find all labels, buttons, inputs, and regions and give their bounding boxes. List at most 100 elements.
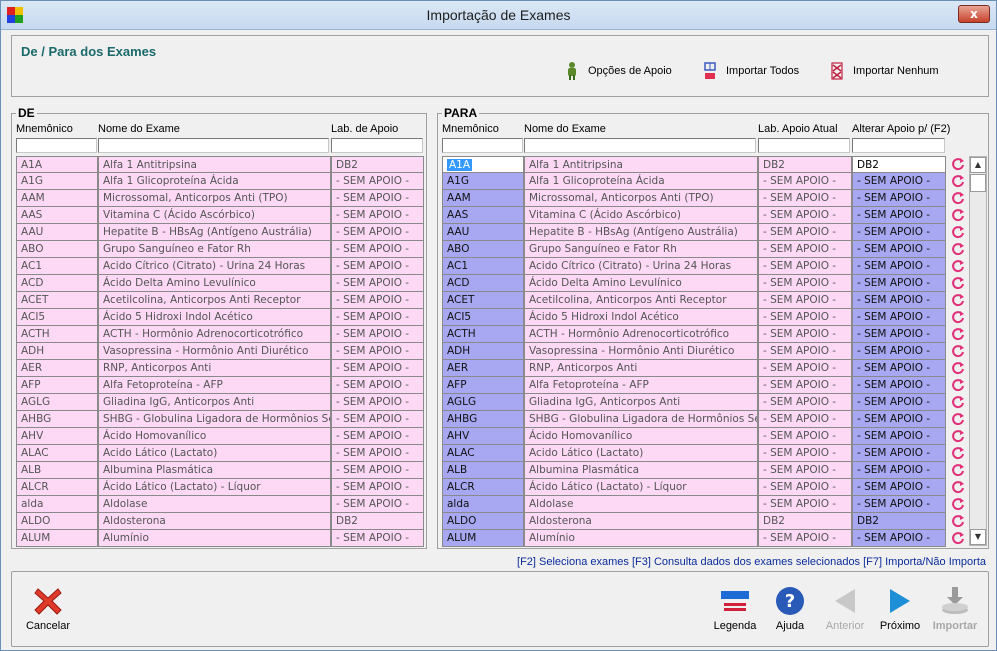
para-cell-current-lab[interactable]: - SEM APOIO -: [758, 207, 852, 224]
para-cell-mnemonic[interactable]: ACD: [442, 275, 524, 292]
para-cell-current-lab[interactable]: - SEM APOIO -: [758, 394, 852, 411]
de-cell-mnemonic[interactable]: AC1: [16, 258, 98, 275]
de-table-row[interactable]: ADH Vasopressina - Hormônio Anti Diurétic…: [16, 343, 424, 360]
para-table-row[interactable]: alda Aldolase - SEM APOIO - - SEM APOIO -: [442, 496, 967, 513]
de-cell-exam-name[interactable]: Ácido 5 Hidroxi Indol Acético: [98, 309, 331, 326]
de-cell-exam-name[interactable]: Vasopressina - Hormônio Anti Diurético: [98, 343, 331, 360]
de-table-row[interactable]: AHBG SHBG - Globulina Ligadora de Hormôni…: [16, 411, 424, 428]
de-table-row[interactable]: AAS Vitamina C (Ácido Ascórbico) - SEM APO…: [16, 207, 424, 224]
para-cell-change-lab[interactable]: - SEM APOIO -: [852, 309, 946, 326]
para-cell-current-lab[interactable]: - SEM APOIO -: [758, 190, 852, 207]
legend-button[interactable]: Legenda: [712, 584, 758, 632]
para-cell-current-lab[interactable]: - SEM APOIO -: [758, 292, 852, 309]
refresh-icon[interactable]: [951, 344, 965, 358]
refresh-icon[interactable]: [951, 157, 965, 171]
de-cell-mnemonic[interactable]: ALAC: [16, 445, 98, 462]
para-filter-exam-name[interactable]: [524, 138, 756, 153]
para-cell-exam-name[interactable]: Alumínio: [524, 530, 758, 547]
de-cell-mnemonic[interactable]: AAU: [16, 224, 98, 241]
options-support-button[interactable]: Opções de Apoio: [562, 60, 672, 82]
de-cell-exam-name[interactable]: Ácido Lático (Lactato) - Líquor: [98, 479, 331, 496]
para-cell-current-lab[interactable]: - SEM APOIO -: [758, 258, 852, 275]
para-cell-current-lab[interactable]: - SEM APOIO -: [758, 360, 852, 377]
de-table-row[interactable]: ACI5 Ácido 5 Hidroxi Indol Acético - SEM A…: [16, 309, 424, 326]
para-table-row[interactable]: ABO Grupo Sanguíneo e Fator Rh - SEM APOIO…: [442, 241, 967, 258]
de-cell-mnemonic[interactable]: A1A: [16, 156, 98, 173]
para-cell-mnemonic[interactable]: ALUM: [442, 530, 524, 547]
para-cell-exam-name[interactable]: Grupo Sanguíneo e Fator Rh: [524, 241, 758, 258]
de-cell-support-lab[interactable]: - SEM APOIO -: [331, 479, 424, 496]
para-cell-current-lab[interactable]: - SEM APOIO -: [758, 377, 852, 394]
de-cell-support-lab[interactable]: - SEM APOIO -: [331, 462, 424, 479]
de-table-row[interactable]: AC1 Acido Cítrico (Citrato) - Urina 24 Ho…: [16, 258, 424, 275]
para-cell-current-lab[interactable]: - SEM APOIO -: [758, 479, 852, 496]
para-table-row[interactable]: ALCR Ácido Lático (Lactato) - Líquor - SEM…: [442, 479, 967, 496]
para-cell-current-lab[interactable]: - SEM APOIO -: [758, 411, 852, 428]
de-cell-exam-name[interactable]: Ácido Delta Amino Levulínico: [98, 275, 331, 292]
refresh-icon[interactable]: [951, 480, 965, 494]
refresh-icon[interactable]: [951, 497, 965, 511]
de-cell-support-lab[interactable]: - SEM APOIO -: [331, 241, 424, 258]
de-cell-exam-name[interactable]: Acido Lático (Lactato): [98, 445, 331, 462]
de-cell-support-lab[interactable]: - SEM APOIO -: [331, 190, 424, 207]
para-cell-change-lab[interactable]: - SEM APOIO -: [852, 326, 946, 343]
para-cell-mnemonic[interactable]: AAM: [442, 190, 524, 207]
scroll-down-button[interactable]: ▼: [970, 529, 986, 545]
para-cell-current-lab[interactable]: - SEM APOIO -: [758, 445, 852, 462]
para-cell-exam-name[interactable]: Hepatite B - HBsAg (Antígeno Austrália): [524, 224, 758, 241]
para-cell-change-lab[interactable]: - SEM APOIO -: [852, 190, 946, 207]
para-table-row[interactable]: AHBG SHBG - Globulina Ligadora de Hormôni…: [442, 411, 967, 428]
para-cell-exam-name[interactable]: Vitamina C (Ácido Ascórbico): [524, 207, 758, 224]
de-cell-exam-name[interactable]: SHBG - Globulina Ligadora de Hormônios S…: [98, 411, 331, 428]
para-cell-mnemonic[interactable]: ALAC: [442, 445, 524, 462]
de-cell-support-lab[interactable]: - SEM APOIO -: [331, 496, 424, 513]
refresh-icon[interactable]: [951, 327, 965, 341]
de-table-row[interactable]: ACTH ACTH - Hormônio Adrenocorticotrófico…: [16, 326, 424, 343]
para-cell-mnemonic[interactable]: AC1: [442, 258, 524, 275]
de-cell-support-lab[interactable]: - SEM APOIO -: [331, 360, 424, 377]
para-table-row[interactable]: AAU Hepatite B - HBsAg (Antígeno Austráli…: [442, 224, 967, 241]
para-cell-mnemonic[interactable]: alda: [442, 496, 524, 513]
para-table-row[interactable]: A1A Alfa 1 Antitripsina DB2 DB2: [442, 156, 967, 173]
para-cell-change-lab[interactable]: - SEM APOIO -: [852, 377, 946, 394]
para-cell-current-lab[interactable]: - SEM APOIO -: [758, 530, 852, 547]
de-cell-exam-name[interactable]: Aldosterona: [98, 513, 331, 530]
de-cell-exam-name[interactable]: RNP, Anticorpos Anti: [98, 360, 331, 377]
de-cell-mnemonic[interactable]: AHV: [16, 428, 98, 445]
para-cell-change-lab[interactable]: - SEM APOIO -: [852, 445, 946, 462]
de-table-row[interactable]: ALB Albumina Plasmática - SEM APOIO -: [16, 462, 424, 479]
de-cell-exam-name[interactable]: Alfa Fetoproteína - AFP: [98, 377, 331, 394]
para-table-row[interactable]: ACD Ácido Delta Amino Levulínico - SEM APO…: [442, 275, 967, 292]
refresh-icon[interactable]: [951, 463, 965, 477]
de-cell-exam-name[interactable]: Acido Cítrico (Citrato) - Urina 24 Horas: [98, 258, 331, 275]
de-table-row[interactable]: ACET Acetilcolina, Anticorpos Anti Recept…: [16, 292, 424, 309]
de-table-row[interactable]: ALAC Acido Lático (Lactato) - SEM APOIO -: [16, 445, 424, 462]
de-cell-exam-name[interactable]: Grupo Sanguíneo e Fator Rh: [98, 241, 331, 258]
de-cell-support-lab[interactable]: - SEM APOIO -: [331, 411, 424, 428]
de-cell-exam-name[interactable]: Acetilcolina, Anticorpos Anti Receptor: [98, 292, 331, 309]
para-cell-current-lab[interactable]: - SEM APOIO -: [758, 343, 852, 360]
refresh-icon[interactable]: [951, 293, 965, 307]
para-cell-exam-name[interactable]: Albumina Plasmática: [524, 462, 758, 479]
de-cell-exam-name[interactable]: Alfa 1 Antitripsina: [98, 156, 331, 173]
de-cell-support-lab[interactable]: - SEM APOIO -: [331, 377, 424, 394]
de-cell-mnemonic[interactable]: ALUM: [16, 530, 98, 547]
de-cell-mnemonic[interactable]: alda: [16, 496, 98, 513]
para-scrollbar[interactable]: ▲ ▼: [969, 156, 987, 546]
de-cell-support-lab[interactable]: - SEM APOIO -: [331, 530, 424, 547]
de-table-row[interactable]: AAU Hepatite B - HBsAg (Antígeno Austráli…: [16, 224, 424, 241]
refresh-icon[interactable]: [951, 446, 965, 460]
de-cell-mnemonic[interactable]: ACET: [16, 292, 98, 309]
para-cell-mnemonic[interactable]: ACET: [442, 292, 524, 309]
de-cell-mnemonic[interactable]: ALB: [16, 462, 98, 479]
para-cell-change-lab[interactable]: - SEM APOIO -: [852, 360, 946, 377]
para-cell-exam-name[interactable]: Ácido Homovanílico: [524, 428, 758, 445]
para-cell-change-lab[interactable]: - SEM APOIO -: [852, 394, 946, 411]
para-cell-mnemonic[interactable]: AER: [442, 360, 524, 377]
refresh-icon[interactable]: [951, 310, 965, 324]
de-cell-mnemonic[interactable]: AGLG: [16, 394, 98, 411]
para-cell-current-lab[interactable]: DB2: [758, 513, 852, 530]
para-cell-exam-name[interactable]: Acido Cítrico (Citrato) - Urina 24 Horas: [524, 258, 758, 275]
de-cell-support-lab[interactable]: - SEM APOIO -: [331, 292, 424, 309]
de-cell-exam-name[interactable]: Ácido Homovanílico: [98, 428, 331, 445]
